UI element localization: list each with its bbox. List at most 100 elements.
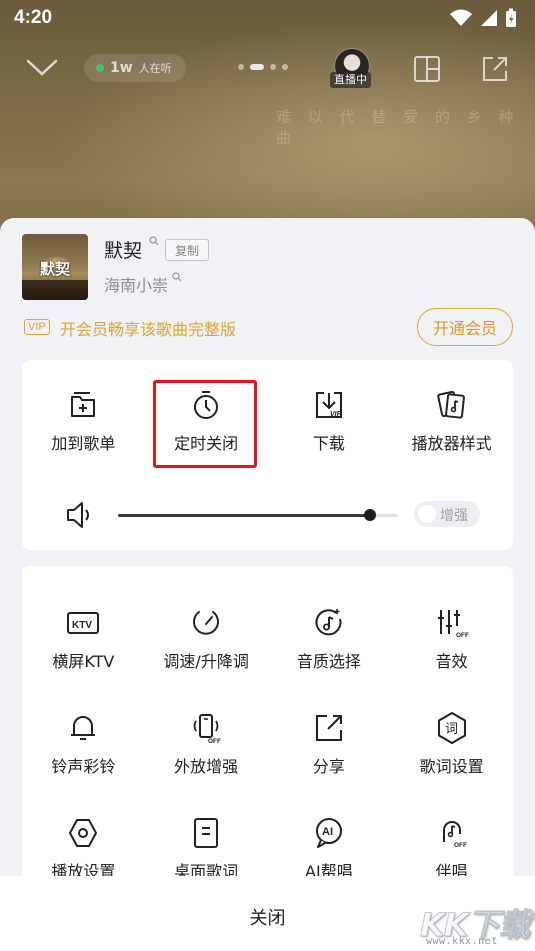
lyrics-settings-button[interactable]: 词 歌词设置 [390, 693, 513, 783]
vip-tag: VIP [24, 319, 50, 335]
more-action-label: 横屏KTV [52, 652, 115, 671]
search-icon[interactable] [172, 272, 182, 282]
listeners-count: 1w [110, 60, 133, 76]
page-dot-active [250, 64, 264, 70]
sleep-timer-highlight-box [153, 380, 257, 468]
volume-fill [118, 514, 370, 517]
vip-download-icon: VIP [315, 392, 342, 418]
cover-trees [22, 280, 88, 300]
svg-text:AI: AI [322, 826, 333, 838]
play-settings-icon [69, 819, 98, 847]
ktv-icon: KTV [67, 612, 100, 634]
more-actions-row-3: 播放设置 桌面歌词 AI AI帮唱 OFF 伴唱 [22, 798, 513, 886]
quick-action-label: 下载 [312, 434, 345, 453]
sound-effect-button[interactable]: OFF 音效 [390, 588, 513, 678]
album-cover[interactable]: 默契 [22, 234, 88, 300]
ringtone-button[interactable]: 铃声彩铃 [22, 693, 145, 783]
ai-sing-button[interactable]: AI AI帮唱 [268, 798, 391, 886]
volume-icon [67, 502, 89, 528]
background-lyric: 难 以 代 替 爱 的 乡 种 曲 [276, 108, 520, 147]
more-actions-row-1: KTV 横屏KTV 调速/升降调 音质选择 OFF 音效 [22, 588, 513, 678]
ktv-button[interactable]: KTV 横屏KTV [22, 588, 145, 678]
more-action-label: 铃声彩铃 [51, 757, 116, 776]
screen-cast-icon[interactable] [412, 54, 442, 84]
audio-quality-icon [315, 609, 342, 636]
download-button[interactable]: VIP 下载 [268, 370, 391, 460]
search-icon[interactable] [149, 236, 159, 246]
volume-boost-toggle[interactable]: 增强 [414, 501, 480, 527]
artist-name[interactable]: 海南小崇 [104, 272, 168, 296]
svg-text:VIP: VIP [330, 411, 342, 418]
speed-gauge-icon [193, 611, 220, 635]
status-icons [449, 8, 517, 28]
more-action-label: 调速/升降调 [163, 652, 249, 671]
vip-promo-text[interactable]: 开会员畅享该歌曲完整版 [60, 316, 236, 340]
page-dot [282, 64, 288, 70]
listeners-pill[interactable]: 1w 人在听 [84, 54, 186, 82]
volume-slider[interactable] [118, 509, 398, 521]
svg-text:OFF: OFF [456, 632, 469, 639]
copy-button[interactable]: 复制 [165, 239, 209, 261]
more-actions-row-2: 铃声彩铃 OFF 外放增强 分享 词 歌词设置 [22, 693, 513, 783]
page-dot [238, 64, 244, 70]
quick-action-label: 加到歌单 [51, 434, 116, 453]
watermark-url: www.kkx.net [426, 936, 498, 947]
accompaniment-icon: OFF [442, 821, 467, 849]
signal-icon [481, 10, 497, 26]
player-style-button[interactable]: 播放器样式 [390, 370, 513, 460]
page-dot [270, 64, 276, 70]
wifi-icon [450, 9, 472, 26]
collapse-chevron-icon[interactable] [24, 52, 60, 82]
player-top-bar: 1w 人在听 直播中 [0, 44, 535, 94]
equalizer-icon: OFF [437, 610, 469, 639]
speaker-boost-button[interactable]: OFF 外放增强 [145, 693, 268, 783]
vip-promo-row: VIP 开会员畅享该歌曲完整版 开通会员 [22, 308, 517, 346]
quick-actions-card: 加到歌单 定时关闭 VIP 下载 播放器样式 增强 [22, 360, 513, 550]
open-vip-button[interactable]: 开通会员 [417, 308, 513, 346]
more-action-label: 分享 [312, 757, 345, 776]
share-out-icon[interactable] [480, 54, 510, 84]
status-time: 4:20 [14, 7, 53, 28]
more-action-label: 外放增强 [174, 757, 239, 776]
audio-quality-button[interactable]: 音质选择 [268, 588, 391, 678]
battery-icon [506, 8, 516, 27]
add-to-playlist-icon [71, 392, 96, 417]
page-indicator [238, 64, 288, 70]
online-dot [96, 64, 104, 72]
cover-title-art: 默契 [40, 260, 71, 278]
toggle-knob [418, 505, 436, 523]
live-badge: 直播中 [330, 72, 371, 88]
desktop-lyrics-icon [194, 818, 219, 848]
volume-knob[interactable] [364, 509, 376, 521]
more-options-sheet: 默契 默契 复制 海南小崇 VIP 开会员畅享该歌曲完整版 开通会员 加到歌单 … [0, 218, 535, 951]
player-style-icon [436, 390, 465, 419]
share-icon [315, 715, 342, 741]
accompaniment-button[interactable]: OFF 伴唱 [390, 798, 513, 886]
svg-text:OFF: OFF [208, 738, 221, 745]
quick-action-label: 播放器样式 [411, 434, 492, 453]
song-info-row: 默契 默契 复制 海南小崇 [22, 234, 517, 300]
more-action-label: 音效 [435, 652, 468, 671]
svg-text:KTV: KTV [72, 620, 92, 631]
svg-text:OFF: OFF [454, 842, 467, 849]
more-action-label: 歌词设置 [419, 757, 484, 776]
song-title[interactable]: 默契 [104, 236, 142, 263]
listeners-label: 人在听 [138, 62, 172, 75]
status-bar: 4:20 [0, 0, 535, 36]
bell-icon [71, 716, 96, 740]
more-actions-card: KTV 横屏KTV 调速/升降调 音质选择 OFF 音效 铃声彩铃 OFF 外放… [22, 566, 513, 886]
quick-actions-grid: 加到歌单 定时关闭 VIP 下载 播放器样式 [22, 370, 513, 460]
play-settings-button[interactable]: 播放设置 [22, 798, 145, 886]
ai-sing-icon: AI [315, 818, 342, 848]
volume-row: 增强 [22, 490, 513, 540]
share-button[interactable]: 分享 [268, 693, 391, 783]
more-action-label: 音质选择 [296, 652, 361, 671]
add-to-playlist-button[interactable]: 加到歌单 [22, 370, 145, 460]
site-watermark: KK下载 www.kkx.net [418, 896, 532, 948]
boost-label: 增强 [440, 508, 468, 524]
speed-pitch-button[interactable]: 调速/升降调 [145, 588, 268, 678]
lyrics-settings-icon: 词 [437, 712, 466, 744]
speaker-boost-icon: OFF [193, 714, 221, 745]
desktop-lyrics-button[interactable]: 桌面歌词 [145, 798, 268, 886]
svg-text:词: 词 [445, 722, 458, 737]
